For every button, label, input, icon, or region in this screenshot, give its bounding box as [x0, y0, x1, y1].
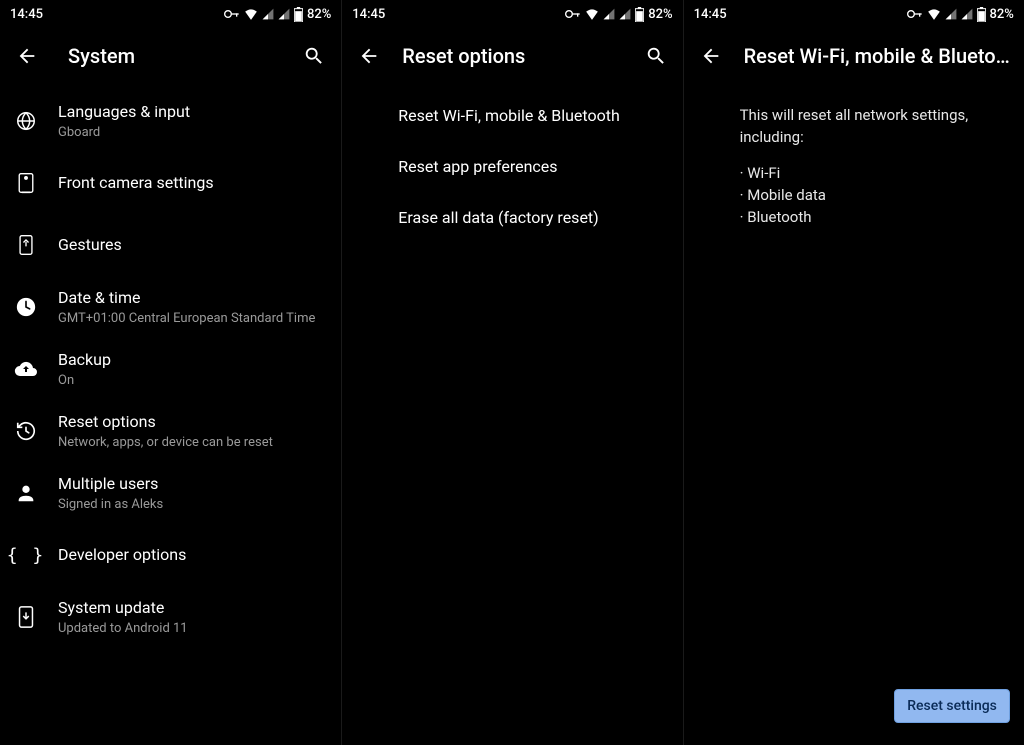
pane-reset-network: 14:45 82% Reset Wi-Fi, mobile & Blueto… … [683, 0, 1024, 745]
status-time: 14:45 [352, 7, 385, 22]
wifi-icon [927, 8, 941, 20]
battery-icon [977, 7, 986, 22]
status-icons: 82% [907, 7, 1014, 22]
person-icon [15, 482, 37, 504]
row-multiple-users[interactable]: Multiple users Signed in as Aleks [0, 462, 341, 524]
row-title: Developer options [58, 545, 325, 565]
row-reset-options[interactable]: Reset options Network, apps, or device ca… [0, 400, 341, 462]
back-button[interactable] [696, 41, 726, 71]
system-update-icon [17, 605, 35, 629]
bullet-item: Wi-Fi [740, 162, 1004, 184]
search-button[interactable] [641, 41, 671, 71]
row-backup[interactable]: Backup On [0, 338, 341, 400]
app-bar: Reset options [342, 28, 682, 84]
row-sub: Signed in as Aleks [58, 496, 325, 513]
row-developer-options[interactable]: { } Developer options [0, 524, 341, 586]
description-text: This will reset all network settings, in… [684, 90, 1024, 152]
globe-icon [15, 110, 37, 132]
page-title: Reset options [402, 44, 622, 68]
row-title: Multiple users [58, 474, 325, 494]
signal-icon-2 [278, 8, 290, 20]
row-reset-app-prefs[interactable]: Reset app preferences [342, 141, 682, 192]
signal-icon-2 [619, 8, 631, 20]
signal-icon-2 [961, 8, 973, 20]
status-bar: 14:45 82% [342, 0, 682, 28]
signal-icon-1 [945, 8, 957, 20]
vpn-key-icon [565, 9, 581, 19]
row-system-update[interactable]: System update Updated to Android 11 [0, 586, 341, 648]
battery-icon [294, 7, 303, 22]
row-title: Languages & input [58, 102, 325, 122]
row-title: Date & time [58, 288, 325, 308]
row-sub: GMT+01:00 Central European Standard Time [58, 310, 325, 327]
arrow-back-icon [16, 45, 38, 67]
row-sub: Updated to Android 11 [58, 620, 325, 637]
clock-icon [15, 296, 37, 318]
gestures-icon [16, 234, 36, 256]
signal-icon-1 [262, 8, 274, 20]
row-title: Front camera settings [58, 173, 325, 193]
wifi-icon [244, 8, 258, 20]
cloud-upload-icon [14, 360, 38, 378]
status-bar: 14:45 82% [0, 0, 341, 28]
system-list: Languages & input Gboard Front camera set… [0, 84, 341, 745]
signal-icon-1 [603, 8, 615, 20]
battery-icon [635, 7, 644, 22]
battery-percent: 82% [990, 7, 1014, 22]
row-title: System update [58, 598, 325, 618]
arrow-back-icon [700, 45, 722, 67]
bullet-item: Bluetooth [740, 206, 1004, 228]
row-sub: Network, apps, or device can be reset [58, 434, 325, 451]
status-time: 14:45 [10, 7, 43, 22]
braces-icon: { } [7, 545, 46, 566]
row-title: Gestures [58, 235, 325, 255]
pane-reset-options: 14:45 82% Reset options Reset Wi-Fi, mob… [341, 0, 682, 745]
reset-network-content: This will reset all network settings, in… [684, 84, 1024, 745]
row-date-time[interactable]: Date & time GMT+01:00 Central European St… [0, 276, 341, 338]
row-sub: Gboard [58, 124, 325, 141]
status-bar: 14:45 82% [684, 0, 1024, 28]
bullet-item: Mobile data [740, 184, 1004, 206]
row-title: Backup [58, 350, 325, 370]
battery-percent: 82% [648, 7, 672, 22]
bullet-list: Wi-Fi Mobile data Bluetooth [684, 152, 1024, 228]
search-icon [645, 45, 667, 67]
search-button[interactable] [299, 41, 329, 71]
camera-icon [16, 172, 36, 194]
reset-settings-button[interactable]: Reset settings [894, 689, 1010, 723]
vpn-key-icon [907, 9, 923, 19]
app-bar: Reset Wi-Fi, mobile & Blueto… [684, 28, 1024, 84]
reset-options-list: Reset Wi-Fi, mobile & Bluetooth Reset ap… [342, 84, 682, 745]
status-time: 14:45 [694, 7, 727, 22]
search-icon [303, 45, 325, 67]
page-title: System [68, 44, 281, 68]
row-sub: On [58, 372, 325, 389]
status-icons: 82% [565, 7, 672, 22]
battery-percent: 82% [307, 7, 331, 22]
row-reset-network[interactable]: Reset Wi-Fi, mobile & Bluetooth [342, 90, 682, 141]
page-title: Reset Wi-Fi, mobile & Blueto… [744, 44, 1012, 68]
status-icons: 82% [224, 7, 331, 22]
pane-system: 14:45 82% System Languages & input Gboard… [0, 0, 341, 745]
row-front-camera[interactable]: Front camera settings [0, 152, 341, 214]
row-languages-input[interactable]: Languages & input Gboard [0, 90, 341, 152]
arrow-back-icon [358, 45, 380, 67]
row-factory-reset[interactable]: Erase all data (factory reset) [342, 192, 682, 243]
vpn-key-icon [224, 9, 240, 19]
restore-icon [15, 420, 37, 442]
wifi-icon [585, 8, 599, 20]
back-button[interactable] [12, 41, 42, 71]
row-title: Reset options [58, 412, 325, 432]
app-bar: System [0, 28, 341, 84]
back-button[interactable] [354, 41, 384, 71]
row-gestures[interactable]: Gestures [0, 214, 341, 276]
